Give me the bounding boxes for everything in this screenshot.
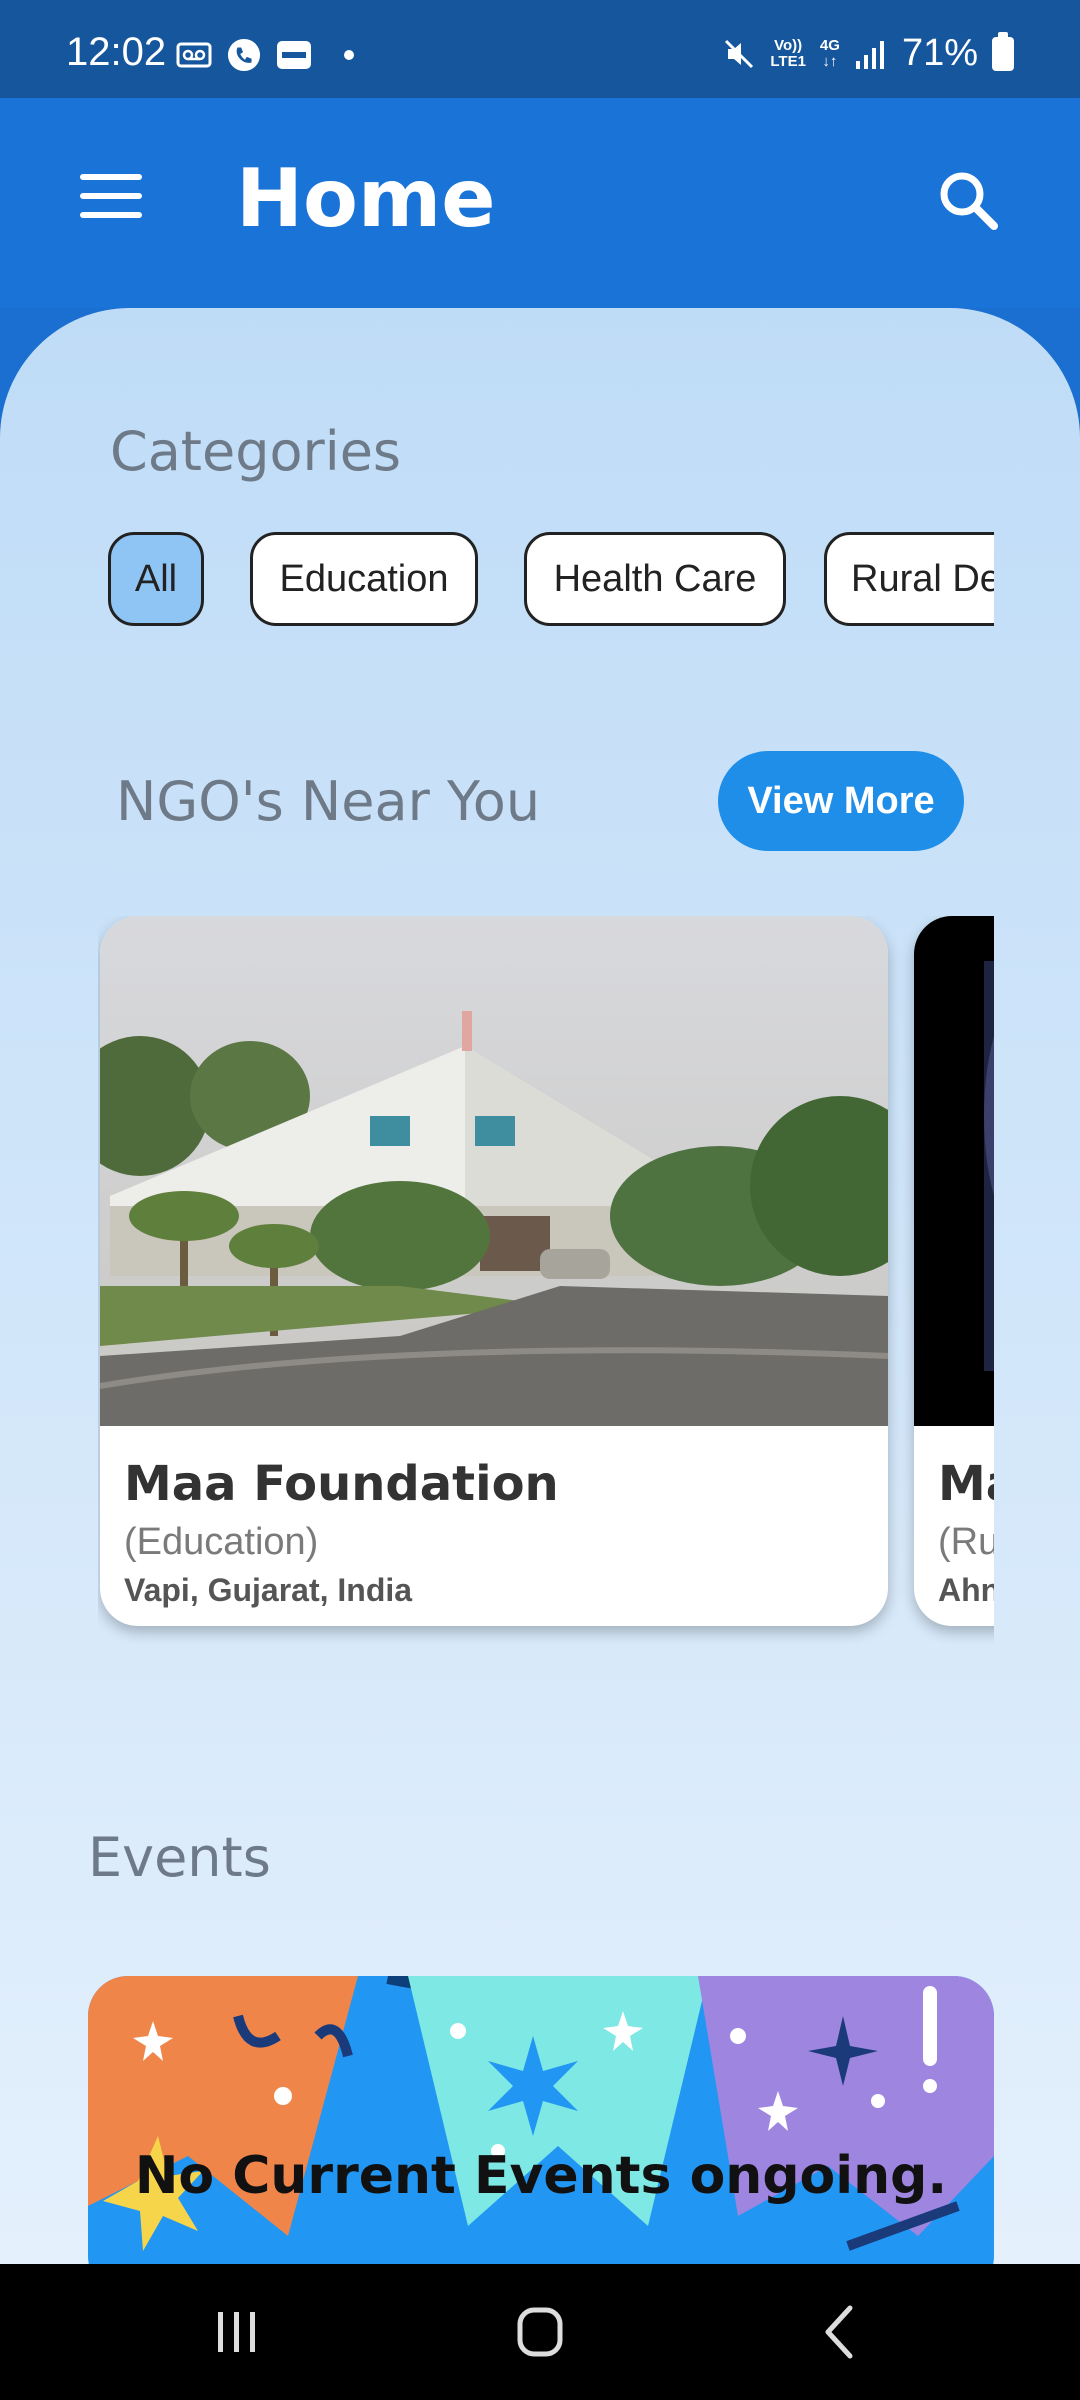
- categories-title: Categories: [110, 420, 402, 483]
- battery-icon: [992, 31, 1014, 71]
- home-icon[interactable]: [500, 2302, 580, 2362]
- ngo-card[interactable]: Ma (Ru Ahn: [914, 916, 994, 1626]
- search-icon[interactable]: [936, 168, 1000, 232]
- ngo-location: Vapi, Gujarat, India: [124, 1572, 413, 1608]
- status-bar: 12:02 Vo)) LTE1 4G ↓↑ 71%: [0, 0, 1080, 98]
- menu-icon-line: [80, 212, 142, 218]
- chip-education[interactable]: Education: [250, 532, 478, 626]
- phone-call-icon: [227, 38, 261, 72]
- view-more-button[interactable]: View More: [718, 751, 964, 851]
- volte-top: Vo)): [774, 36, 803, 54]
- no-events-message: No Current Events ongoing.: [134, 2146, 948, 2206]
- ngo-name: Ma: [938, 1456, 994, 1512]
- chip-rural-development[interactable]: Rural De: [824, 532, 994, 626]
- system-nav-bar: [0, 2264, 1080, 2400]
- ngo-photo: [914, 916, 994, 1426]
- ngo-category: (Ru: [938, 1521, 994, 1563]
- menu-button[interactable]: [80, 174, 142, 220]
- ngo-location: Ahn: [938, 1572, 994, 1608]
- volte-bottom: LTE1: [770, 52, 806, 70]
- paytm-icon: [277, 41, 311, 69]
- app-bar: Home: [0, 98, 1080, 308]
- voicemail-icon: [176, 42, 212, 68]
- back-icon[interactable]: [802, 2302, 882, 2362]
- menu-icon: [80, 174, 142, 180]
- ngo-photo: [100, 916, 888, 1426]
- category-chips[interactable]: All Education Health Care Rural De: [108, 530, 994, 630]
- battery-percent: 71%: [901, 32, 978, 74]
- chip-health-care[interactable]: Health Care: [524, 532, 786, 626]
- chip-all[interactable]: All: [108, 532, 204, 626]
- events-banner: No Current Events ongoing.: [88, 1976, 994, 2264]
- ngo-category: (Education): [124, 1521, 319, 1563]
- more-notifications-dot: [344, 50, 354, 60]
- ngo-carousel[interactable]: Maa Foundation (Education) Vapi, Gujarat…: [98, 916, 994, 1656]
- signal-icon: [855, 40, 884, 69]
- page-title: Home: [236, 152, 496, 245]
- status-time: 12:02: [66, 30, 167, 74]
- network-type-indicator: 4G ↓↑: [819, 36, 840, 70]
- content-panel: Categories All Education Health Care Rur…: [0, 308, 1080, 2264]
- ngo-name: Maa Foundation: [124, 1456, 559, 1512]
- ngo-card[interactable]: Maa Foundation (Education) Vapi, Gujarat…: [100, 916, 888, 1626]
- status-system-icons: Vo)) LTE1 4G ↓↑ 71%: [722, 31, 1014, 75]
- status-notification-icons: [176, 38, 354, 72]
- events-illustration: [88, 1976, 994, 2264]
- mute-icon: [725, 39, 754, 68]
- recents-icon[interactable]: [196, 2302, 276, 2362]
- network-type-top: 4G: [819, 36, 840, 54]
- events-title: Events: [88, 1826, 271, 1889]
- menu-icon-line: [80, 193, 142, 199]
- ngos-title: NGO's Near You: [116, 770, 541, 833]
- network-type-bottom: ↓↑: [822, 52, 838, 70]
- volte-indicator: Vo)) LTE1: [770, 36, 806, 70]
